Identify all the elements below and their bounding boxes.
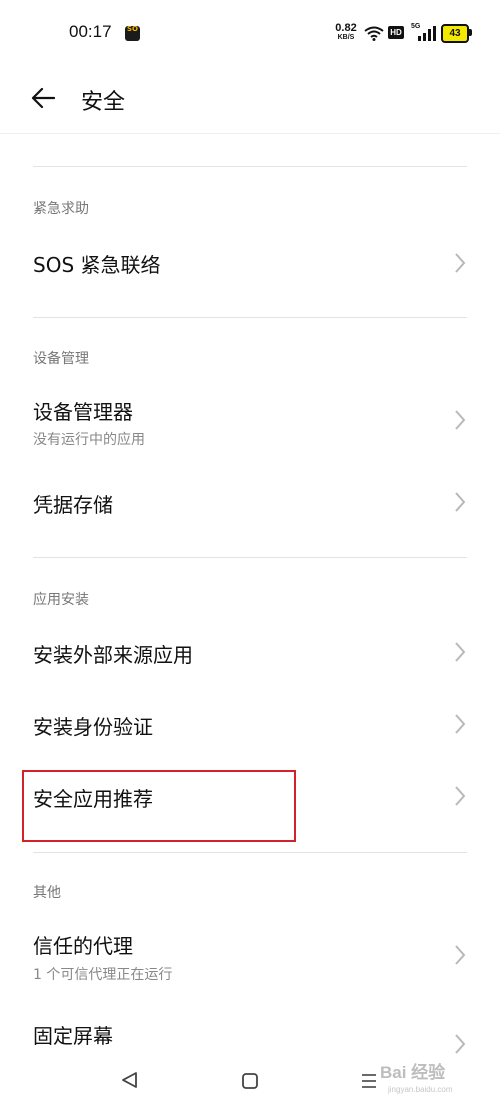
item-title: 安装外部来源应用 [33,643,193,667]
section-label-app-install: 应用安装 [33,592,89,608]
settings-item-sos[interactable]: SOS 紧急联络 [0,228,500,298]
chevron-right-icon [455,492,466,512]
section-divider [33,852,467,853]
item-title: 设备管理器 [33,400,133,424]
header-divider [0,133,500,134]
chevron-right-icon [455,786,466,806]
item-title: 固定屏幕 [33,1024,113,1048]
chevron-right-icon [455,945,466,965]
page-title: 安全 [81,90,126,115]
settings-item-device-admin[interactable]: 设备管理器 没有运行中的应用 [0,380,500,460]
section-divider [33,557,467,558]
arrow-left-icon[interactable] [31,87,55,109]
settings-item-trust-agents[interactable]: 信任的代理 1 个可信代理正在运行 [0,914,500,994]
notification-badge-text: SO [127,25,138,33]
section-label-emergency: 紧急求助 [33,201,89,217]
highlight-box [22,770,296,842]
chevron-right-icon [455,642,466,662]
section-divider [33,166,467,167]
chevron-right-icon [455,1034,466,1054]
network-speed-value: 0.82 [335,22,357,34]
settings-item-install-verification[interactable]: 安装身份验证 [0,690,500,760]
hd-icon: HD [388,26,404,39]
item-title: SOS 紧急联络 [33,253,161,277]
triangle-back-icon[interactable] [120,1071,140,1089]
battery-level: 43 [449,28,461,39]
section-divider [33,317,467,318]
notification-app-icon: SO [125,26,140,41]
item-title: 安装身份验证 [33,715,153,739]
square-home-icon[interactable] [241,1072,259,1090]
chevron-right-icon [455,410,466,430]
section-label-device-management: 设备管理 [33,351,89,367]
item-subtitle: 没有运行中的应用 [33,432,145,448]
section-label-other: 其他 [33,885,61,901]
battery-icon: 43 [441,24,469,43]
chevron-right-icon [455,714,466,734]
watermark-text: Bai 经验 [380,1063,446,1082]
network-speed-unit: KB/S [337,34,355,41]
network-speed: 0.82 KB/S [331,23,361,42]
settings-item-install-unknown-apps[interactable]: 安装外部来源应用 [0,618,500,688]
cell-signal-icon [418,26,436,41]
wifi-icon [364,26,384,41]
item-title: 信任的代理 [33,934,133,958]
chevron-right-icon [455,253,466,273]
battery-tip [469,29,472,36]
item-title: 凭据存储 [33,493,113,517]
watermark-url: jingyan.baidu.com [388,1085,453,1094]
settings-item-credential-storage[interactable]: 凭据存储 [0,468,500,538]
status-time: 00:17 [69,22,112,41]
item-subtitle: 1 个可信代理正在运行 [33,967,173,983]
settings-item-screen-pinning[interactable]: 固定屏幕 [0,1000,500,1060]
menu-lines-icon[interactable] [360,1072,378,1090]
